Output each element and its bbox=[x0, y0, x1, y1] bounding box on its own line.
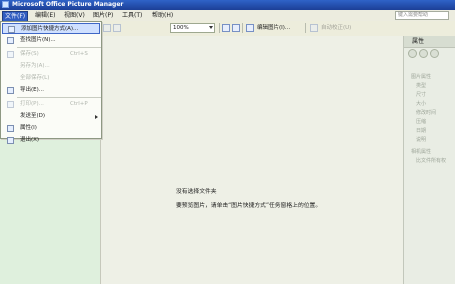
auto-correct-button[interactable]: 自动校正(U) bbox=[321, 23, 351, 33]
properties-forward-icon[interactable] bbox=[419, 49, 428, 58]
menu-item-label: 导出(E)... bbox=[20, 87, 45, 93]
zoom-dropdown[interactable]: 100% bbox=[170, 23, 215, 33]
rotate-right-icon[interactable] bbox=[113, 24, 121, 32]
menu-item-shortcut: Ctrl+P bbox=[70, 101, 88, 107]
properties-icons bbox=[408, 49, 452, 59]
prop-modified: 修改时间 bbox=[416, 110, 437, 116]
properties-home-icon[interactable] bbox=[430, 49, 439, 58]
properties-icon bbox=[7, 125, 14, 132]
rotate-left-icon[interactable] bbox=[103, 24, 111, 32]
properties-pane: 属性 图片属性 类型 尺寸 大小 修改时间 压缩 日期 说明 相机属性 比文件所… bbox=[403, 36, 455, 284]
save-icon bbox=[7, 51, 14, 58]
menu-edit[interactable]: 编辑(E) bbox=[33, 11, 57, 20]
menu-item-label: 发送至(D) bbox=[20, 113, 46, 119]
menu-item-find-pictures[interactable]: 查找图片(N)... bbox=[2, 35, 100, 46]
zoom-value: 100% bbox=[173, 25, 189, 31]
file-menu-dropdown: 添加图片快捷方式(A)... 查找图片(N)... 保存(S) Ctrl+S 另… bbox=[0, 21, 102, 144]
menu-help[interactable]: 帮助(H) bbox=[150, 11, 175, 20]
prop-size: 大小 bbox=[416, 101, 427, 107]
close-icon bbox=[7, 137, 14, 144]
menu-item-label: 属性(I) bbox=[20, 125, 37, 131]
menu-picture[interactable]: 图片(P) bbox=[91, 11, 115, 20]
window-title-bar: Microsoft Office Picture Manager bbox=[0, 0, 455, 10]
picture-properties-heading: 图片属性 bbox=[411, 74, 432, 80]
empty-hint: 要预览图片，请单击“图片快捷方式”任务窗格上的位置。 bbox=[176, 203, 322, 209]
export-icon bbox=[7, 87, 14, 94]
chevron-down-icon bbox=[209, 26, 213, 29]
menu-item-add-shortcut[interactable]: 添加图片快捷方式(A)... bbox=[2, 23, 100, 34]
menu-item-shortcut: Ctrl+S bbox=[70, 51, 88, 57]
menu-item-label: 查找图片(N)... bbox=[20, 37, 56, 43]
menu-item-save-as[interactable]: 另存为(A)... bbox=[2, 61, 100, 72]
zoom-icon[interactable] bbox=[222, 24, 230, 32]
menu-item-export[interactable]: 导出(E)... bbox=[2, 85, 100, 96]
menu-item-label: 另存为(A)... bbox=[20, 63, 50, 69]
menu-item-label: 打印(P)... bbox=[20, 101, 44, 107]
properties-back-icon[interactable] bbox=[408, 49, 417, 58]
prop-dimensions: 尺寸 bbox=[416, 92, 427, 98]
auto-correct-icon[interactable] bbox=[310, 24, 318, 32]
more-icon[interactable] bbox=[232, 24, 240, 32]
search-icon bbox=[7, 37, 14, 44]
prop-compression: 压缩 bbox=[416, 119, 427, 125]
menu-item-label: 添加图片快捷方式(A)... bbox=[21, 26, 79, 32]
menu-item-print[interactable]: 打印(P)... Ctrl+P bbox=[2, 99, 100, 110]
menu-item-label: 保存(S) bbox=[20, 51, 39, 57]
prop-description: 说明 bbox=[416, 137, 427, 143]
app-icon bbox=[2, 1, 9, 8]
menu-item-save[interactable]: 保存(S) Ctrl+S bbox=[2, 49, 100, 60]
menu-item-send-to[interactable]: 发送至(D) bbox=[2, 111, 100, 122]
window-title: Microsoft Office Picture Manager bbox=[12, 1, 124, 8]
picture-area bbox=[100, 36, 404, 284]
properties-title: 属性 bbox=[404, 36, 455, 48]
menu-item-label: 全部保存(L) bbox=[20, 75, 50, 81]
menu-view[interactable]: 视图(V) bbox=[62, 11, 87, 20]
edit-pictures-icon[interactable] bbox=[246, 24, 254, 32]
edit-pictures-button[interactable]: 编辑图片(I)... bbox=[257, 23, 290, 33]
menu-item-exit[interactable]: 退出(X) bbox=[2, 135, 100, 146]
chevron-right-icon bbox=[95, 115, 98, 119]
camera-properties-heading: 相机属性 bbox=[411, 149, 432, 155]
prop-date: 日期 bbox=[416, 128, 427, 134]
menu-item-label: 退出(X) bbox=[20, 137, 40, 143]
print-icon bbox=[7, 101, 14, 108]
prop-type: 类型 bbox=[416, 83, 427, 89]
add-shortcut-icon bbox=[8, 26, 15, 33]
empty-title: 没有选择文件夹 bbox=[176, 189, 217, 195]
menu-item-properties[interactable]: 属性(I) bbox=[2, 123, 100, 134]
camera-prop-owner: 比文件所有权 bbox=[416, 158, 447, 164]
help-search-input[interactable]: 键入需要帮助 bbox=[395, 11, 449, 20]
menu-item-save-all[interactable]: 全部保存(L) bbox=[2, 73, 100, 84]
menu-tools[interactable]: 工具(T) bbox=[120, 11, 144, 20]
